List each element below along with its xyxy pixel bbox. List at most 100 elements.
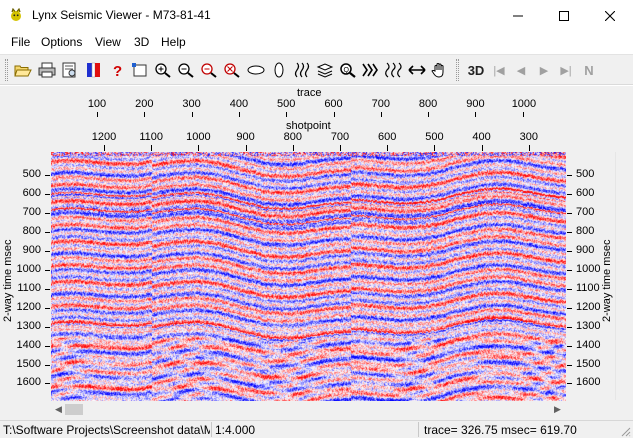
time-tick-label-right: 800 (576, 224, 595, 237)
previous-button[interactable]: ◀ (511, 60, 531, 80)
shotpoint-tick (528, 145, 530, 151)
last-button[interactable]: ▶| (556, 60, 576, 80)
seismic-canvas[interactable] (51, 152, 566, 401)
shotpoint-tick (434, 145, 436, 151)
time-axis-title-left: 2-way time msec (2, 239, 14, 322)
n-button[interactable]: N (579, 60, 599, 80)
print-preview-button[interactable] (60, 60, 80, 80)
shotpoint-tick-label: 400 (472, 131, 491, 143)
time-tick-label-left: 1300 (16, 319, 41, 332)
time-tick-right (567, 345, 572, 347)
time-tick-left (45, 326, 50, 328)
search-button[interactable]: Q (338, 60, 358, 80)
print-button[interactable] (37, 60, 57, 80)
time-tick-label-left: 1500 (16, 357, 41, 370)
shotpoint-tick (292, 145, 294, 151)
trace-tick (522, 112, 524, 117)
next-button[interactable]: ▶ (534, 60, 554, 80)
menu-help[interactable]: Help (161, 35, 186, 49)
vertical-scrollbar[interactable] (615, 152, 631, 400)
time-tick-label-left: 500 (22, 168, 41, 180)
minimize-icon (513, 15, 523, 16)
previous-icon: ◀ (516, 64, 526, 77)
shotpoint-tick (481, 145, 483, 151)
time-tick-right (567, 383, 572, 385)
stack-icon (316, 63, 334, 78)
first-icon: |◀ (493, 64, 505, 77)
horizontal-squeeze-button[interactable] (246, 60, 266, 80)
shotpoint-tick-label: 700 (330, 131, 350, 143)
time-tick-left (45, 250, 50, 252)
zoom-in-button[interactable] (153, 60, 173, 80)
trace-tick (475, 112, 477, 117)
horizontal-scroll-thumb[interactable] (65, 404, 83, 415)
menu-3d[interactable]: 3D (134, 35, 149, 49)
menu-view[interactable]: View (95, 35, 121, 49)
status-cursor-readout: trace= 326.75 msec= 619.70 (424, 423, 577, 437)
trace-tick-label: 900 (466, 98, 485, 110)
mode-3d-button[interactable]: 3D (464, 60, 488, 80)
toolbar-grip[interactable] (5, 59, 8, 81)
time-tick-right (567, 269, 572, 271)
first-button[interactable]: |◀ (489, 60, 509, 80)
color-palette-button[interactable] (84, 60, 104, 80)
last-icon: ▶| (560, 64, 572, 77)
menu-options[interactable]: Options (41, 35, 82, 49)
maximize-button[interactable] (541, 0, 587, 31)
search-icon: Q (340, 63, 356, 78)
vertical-squeeze-icon (274, 62, 284, 78)
status-scale: 1:4.000 (215, 423, 256, 437)
svg-text:?: ? (113, 63, 122, 78)
shotpoint-tick-label: 800 (283, 131, 302, 143)
traces-button[interactable] (292, 60, 312, 80)
time-tick-label-left: 900 (22, 243, 41, 256)
trace-tick (333, 112, 335, 117)
horizontal-squeeze-icon (247, 65, 265, 75)
trace-tick (428, 112, 430, 117)
pan-horizontal-button[interactable] (407, 60, 427, 80)
zoom-box-button[interactable] (199, 60, 219, 80)
help-button[interactable]: ? (107, 60, 127, 80)
shotpoint-tick (340, 145, 341, 151)
time-tick-left (45, 383, 50, 385)
close-button[interactable] (587, 0, 633, 31)
size-grip-icon[interactable] (619, 425, 631, 437)
time-tick-label-right: 900 (576, 243, 595, 256)
time-tick-label-right: 500 (576, 168, 595, 180)
print-icon (38, 62, 56, 78)
vertical-squeeze-button[interactable] (269, 60, 289, 80)
open-button[interactable] (13, 60, 33, 80)
scroll-left-icon[interactable]: ◀ (55, 404, 62, 415)
stack-button[interactable] (315, 60, 335, 80)
title-bar: Lynx Seismic Viewer - M73-81-41 (0, 0, 633, 31)
wiggle-button[interactable] (361, 60, 381, 80)
time-tick-label-right: 1500 (576, 357, 601, 370)
zoom-reset-button[interactable] (222, 60, 242, 80)
horizontal-scrollbar[interactable]: ◀ ▶ (51, 401, 566, 418)
toolbar-grip-2[interactable] (456, 59, 459, 81)
time-tick-left (45, 269, 50, 271)
trace-tick-label: 500 (277, 98, 296, 110)
time-axis-title-right: 2-way time msec (601, 239, 613, 322)
lynx-logo-icon (9, 7, 23, 22)
seismic-section[interactable] (51, 152, 566, 401)
trace-tick (238, 112, 240, 117)
shotpoint-tick-label: 1100 (139, 131, 164, 143)
shotpoint-tick (245, 145, 247, 151)
maximize-icon (559, 10, 569, 21)
time-tick-label-right: 1400 (576, 338, 601, 351)
pan-horizontal-icon (408, 65, 426, 75)
minimize-button[interactable] (495, 0, 541, 31)
menu-file[interactable]: File (11, 35, 30, 49)
toolbar: ? Q 3D |◀ ◀ ▶ ▶| N (0, 54, 633, 85)
pan-hand-button[interactable] (430, 60, 450, 80)
time-tick-right (567, 231, 572, 233)
help-icon: ? (113, 63, 122, 78)
zoom-out-button[interactable] (176, 60, 196, 80)
select-rectangle-button[interactable] (130, 60, 150, 80)
shotpoint-tick-label: 1000 (186, 131, 211, 143)
status-file-path: T:\Software Projects\Screenshot data\M (3, 423, 210, 437)
pan-hand-icon (431, 63, 444, 78)
scroll-right-icon[interactable]: ▶ (554, 404, 561, 415)
wiggle-variable-button[interactable] (384, 60, 404, 80)
